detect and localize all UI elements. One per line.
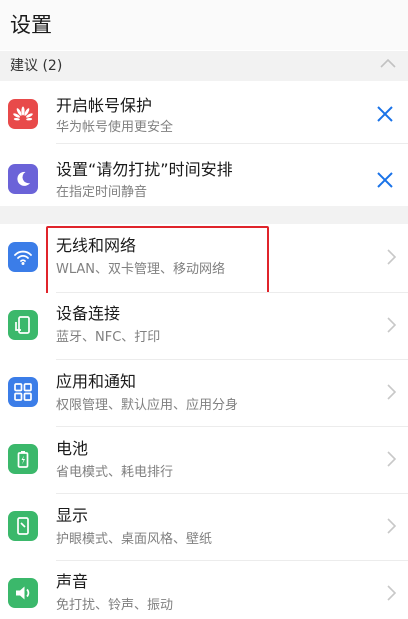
huawei-logo-icon	[8, 99, 38, 129]
chevron-right-icon	[387, 249, 397, 265]
chevron-right-icon	[387, 317, 397, 333]
settings-item-display[interactable]: 显示 护眼模式、桌面风格、壁纸	[0, 494, 408, 560]
wifi-icon	[8, 242, 38, 272]
settings-item-sound[interactable]: 声音 免打扰、铃声、振动	[0, 561, 408, 619]
display-icon	[8, 511, 38, 541]
settings-item-subtitle: 免打扰、铃声、振动	[56, 598, 174, 613]
settings-item-title: 设备连接	[56, 304, 121, 323]
suggestion-subtitle: 在指定时间静音	[56, 185, 148, 200]
battery-icon	[8, 444, 38, 474]
page-title: 设置	[10, 13, 52, 37]
settings-item-device-connection[interactable]: 设备连接 蓝牙、NFC、打印	[0, 293, 408, 359]
settings-item-title: 电池	[56, 439, 89, 458]
suggestions-section-header[interactable]: 建议 (2)	[0, 51, 408, 81]
chevron-up-icon[interactable]	[378, 56, 398, 70]
device-connection-icon	[8, 310, 38, 340]
settings-item-title: 应用和通知	[56, 372, 137, 391]
speaker-icon	[8, 578, 38, 608]
apps-grid-icon	[8, 377, 38, 407]
settings-item-subtitle: 权限管理、默认应用、应用分身	[56, 398, 239, 413]
highlight-box	[46, 226, 269, 296]
suggestions-section-title: 建议 (2)	[10, 58, 63, 74]
suggestion-item-do-not-disturb[interactable]: 设置“请勿打扰”时间安排 在指定时间静音	[0, 144, 408, 206]
suggestion-title: 开启帐号保护	[56, 96, 153, 115]
settings-item-title: 声音	[56, 572, 89, 591]
chevron-right-icon	[387, 518, 397, 534]
settings-item-battery[interactable]: 电池 省电模式、耗电排行	[0, 427, 408, 493]
suggestion-item-account-protection[interactable]: 开启帐号保护 华为帐号使用更安全	[0, 81, 408, 143]
suggestion-subtitle: 华为帐号使用更安全	[56, 120, 174, 135]
chevron-right-icon	[387, 451, 397, 467]
settings-item-title: 显示	[56, 506, 89, 525]
section-separator	[0, 206, 408, 224]
settings-item-apps-notifications[interactable]: 应用和通知 权限管理、默认应用、应用分身	[0, 360, 408, 426]
suggestion-title: 设置“请勿打扰”时间安排	[56, 160, 233, 179]
chevron-right-icon	[387, 384, 397, 400]
moon-icon	[8, 164, 38, 194]
app-header: 设置	[0, 0, 408, 50]
close-icon[interactable]	[374, 169, 396, 191]
settings-item-subtitle: 省电模式、耗电排行	[56, 465, 174, 480]
settings-item-subtitle: 护眼模式、桌面风格、壁纸	[56, 532, 213, 547]
close-icon[interactable]	[374, 103, 396, 125]
chevron-right-icon	[387, 585, 397, 601]
settings-item-subtitle: 蓝牙、NFC、打印	[56, 330, 161, 345]
